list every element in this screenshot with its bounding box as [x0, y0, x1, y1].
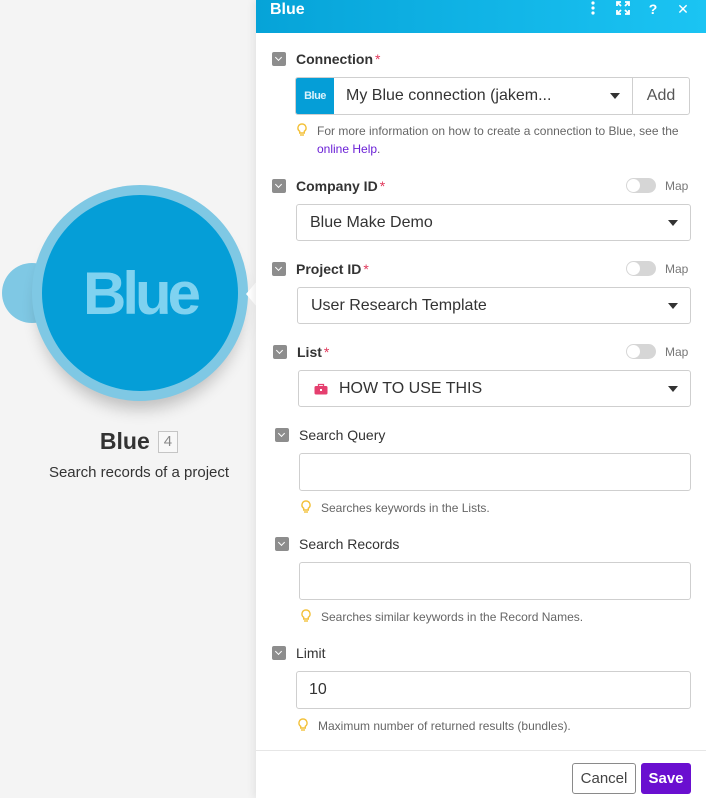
required-marker: *	[375, 51, 381, 67]
limit-hint-text: Maximum number of returned results (bund…	[318, 719, 571, 733]
connection-label: Connection	[296, 51, 373, 67]
module-inner-circle: Blue	[42, 195, 238, 391]
connection-hint-text: For more information on how to create a …	[317, 122, 691, 158]
search-query-hint: Searches keywords in the Lists.	[300, 499, 490, 517]
module-settings-panel: Blue ? ✕ Connection * Blue My Blue conne…	[256, 0, 706, 798]
search-query-input[interactable]	[299, 453, 691, 491]
collapse-toggle-icon[interactable]	[272, 179, 286, 193]
map-label: Map	[665, 344, 689, 359]
map-toggle-switch[interactable]	[626, 261, 656, 276]
map-label: Map	[665, 178, 689, 193]
module-title-row: Blue 4	[0, 428, 278, 455]
close-icon[interactable]: ✕	[668, 1, 698, 18]
connection-hint: For more information on how to create a …	[296, 122, 691, 158]
collapse-toggle-icon[interactable]	[273, 345, 287, 359]
module-id-badge: 4	[157, 430, 179, 453]
project-id-label-row: Project ID *	[272, 261, 369, 277]
chevron-down-icon	[668, 219, 678, 226]
lightbulb-icon	[301, 500, 311, 513]
search-query-label-row: Search Query	[275, 427, 385, 443]
limit-input[interactable]: 10	[296, 671, 691, 709]
more-vertical-icon[interactable]	[578, 1, 608, 18]
search-records-hint-text: Searches similar keywords in the Record …	[321, 610, 584, 624]
panel-footer: Cancel Save	[256, 750, 706, 798]
help-icon[interactable]: ?	[638, 1, 668, 18]
collapse-toggle-icon[interactable]	[275, 537, 289, 551]
scenario-canvas: Blue Blue 4 Search records of a project	[0, 0, 260, 798]
blue-logo: Blue	[82, 259, 201, 327]
chevron-down-icon	[668, 385, 678, 392]
connection-value: My Blue connection (jakem...	[346, 87, 552, 104]
list-map-toggle[interactable]: Map	[626, 344, 688, 359]
connection-hint-before: For more information on how to create a …	[317, 124, 679, 138]
company-id-label: Company ID	[296, 178, 378, 194]
project-id-value: User Research Template	[311, 296, 487, 314]
panel-title: Blue	[270, 0, 305, 18]
list-label: List	[297, 344, 322, 360]
list-label-row: List *	[273, 344, 329, 360]
collapse-toggle-icon[interactable]	[272, 646, 286, 660]
lightbulb-icon	[297, 123, 307, 136]
limit-hint: Maximum number of returned results (bund…	[297, 717, 571, 735]
search-records-input[interactable]	[299, 562, 691, 600]
save-button[interactable]: Save	[641, 763, 691, 794]
collapse-toggle-icon[interactable]	[272, 262, 286, 276]
company-id-select[interactable]: Blue Make Demo	[296, 204, 691, 241]
module-description: Search records of a project	[48, 464, 230, 481]
online-help-link[interactable]: online Help	[317, 142, 377, 156]
blue-connection-logo-icon: Blue	[296, 78, 334, 114]
search-records-label: Search Records	[299, 536, 400, 552]
required-marker: *	[363, 261, 369, 277]
panel-header: Blue ? ✕	[256, 0, 706, 33]
map-label: Map	[665, 261, 689, 276]
header-icons: ? ✕	[578, 1, 698, 18]
required-marker: *	[323, 344, 330, 360]
lightbulb-icon	[298, 718, 308, 731]
module-name: Blue	[99, 428, 150, 454]
required-marker: *	[379, 178, 386, 194]
briefcase-icon	[314, 383, 328, 394]
search-records-label-row: Search Records	[275, 536, 399, 552]
collapse-toggle-icon[interactable]	[272, 52, 286, 66]
list-value: HOW TO USE THIS	[339, 379, 483, 397]
company-id-value: Blue Make Demo	[310, 213, 433, 231]
cancel-button[interactable]: Cancel	[572, 763, 636, 794]
company-map-toggle[interactable]: Map	[626, 178, 688, 193]
project-id-select[interactable]: User Research Template	[297, 287, 691, 324]
search-query-hint-text: Searches keywords in the Lists.	[321, 501, 490, 515]
connection-label-row: Connection *	[272, 51, 380, 67]
chevron-down-icon	[668, 302, 678, 309]
project-map-toggle[interactable]: Map	[626, 261, 688, 276]
search-records-hint: Searches similar keywords in the Record …	[300, 608, 583, 626]
lightbulb-icon	[301, 609, 311, 622]
list-select[interactable]: HOW TO USE THIS	[298, 370, 691, 407]
map-toggle-switch[interactable]	[626, 178, 656, 193]
expand-icon[interactable]	[608, 1, 638, 18]
chevron-down-icon	[610, 93, 620, 99]
connection-hint-after: .	[377, 142, 381, 156]
add-connection-button[interactable]: Add	[633, 78, 689, 114]
connection-select[interactable]: Blue My Blue connection (jakem... Add	[295, 77, 690, 115]
connection-dropdown[interactable]: My Blue connection (jakem...	[334, 78, 633, 114]
limit-label: Limit	[296, 645, 326, 661]
search-query-label: Search Query	[299, 427, 386, 443]
limit-label-row: Limit	[272, 645, 326, 661]
collapse-toggle-icon[interactable]	[275, 428, 289, 442]
project-id-label: Project ID	[296, 261, 362, 277]
map-toggle-switch[interactable]	[626, 344, 656, 359]
blue-module-node[interactable]: Blue	[32, 185, 248, 401]
company-id-label-row: Company ID *	[272, 178, 385, 194]
